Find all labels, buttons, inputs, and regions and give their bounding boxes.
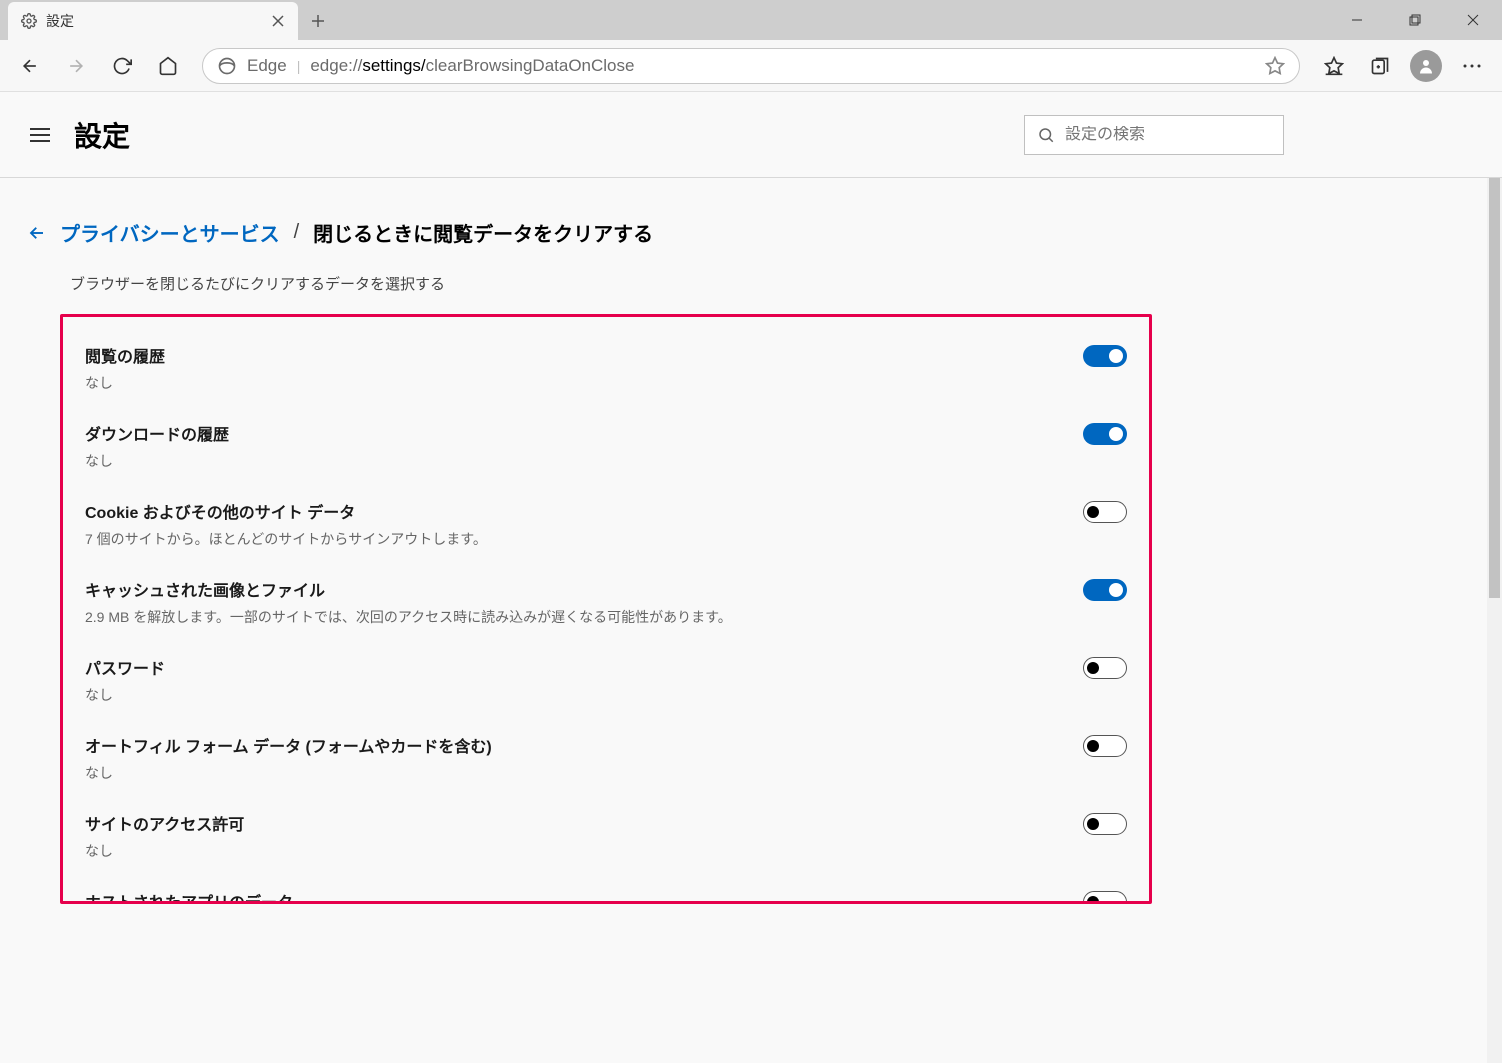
option-passwords: パスワード なし <box>63 641 1149 719</box>
option-title: オートフィル フォーム データ (フォームやカードを含む) <box>85 733 1063 757</box>
option-download-history: ダウンロードの履歴 なし <box>63 407 1149 485</box>
breadcrumb-separator: / <box>294 221 300 244</box>
refresh-button[interactable] <box>102 46 142 86</box>
scrollbar-thumb[interactable] <box>1489 178 1500 598</box>
new-tab-button[interactable] <box>298 2 338 40</box>
favorites-button[interactable] <box>1314 46 1354 86</box>
content-area: プライバシーとサービス / 閉じるときに閲覧データをクリアする ブラウザーを閉じ… <box>0 178 1502 1063</box>
tab-title: 設定 <box>46 11 262 31</box>
browser-tab[interactable]: 設定 <box>8 2 298 40</box>
toggle-hosted-app-data[interactable] <box>1083 891 1127 904</box>
option-browsing-history: 閲覧の履歴 なし <box>63 329 1149 407</box>
breadcrumb-current: 閉じるときに閲覧データをクリアする <box>313 218 653 247</box>
minimize-button[interactable] <box>1328 0 1386 40</box>
avatar-icon <box>1410 50 1442 82</box>
option-title: キャッシュされた画像とファイル <box>85 577 1063 601</box>
option-autofill: オートフィル フォーム データ (フォームやカードを含む) なし <box>63 719 1149 797</box>
hamburger-menu-button[interactable] <box>28 123 52 147</box>
option-desc: なし <box>85 763 1063 783</box>
maximize-button[interactable] <box>1386 0 1444 40</box>
toggle-passwords[interactable] <box>1083 657 1127 679</box>
option-title: サイトのアクセス許可 <box>85 811 1063 835</box>
address-bar[interactable]: Edge | edge://settings/clearBrowsingData… <box>202 48 1300 84</box>
collections-button[interactable] <box>1360 46 1400 86</box>
gear-icon <box>20 12 38 30</box>
option-site-permissions: サイトのアクセス許可 なし <box>63 797 1149 875</box>
edge-logo-icon: Edge <box>217 56 287 76</box>
title-bar: 設定 <box>0 0 1502 40</box>
option-title: パスワード <box>85 655 1063 679</box>
breadcrumb: プライバシーとサービス / 閉じるときに閲覧データをクリアする <box>28 218 1474 247</box>
star-outline-icon[interactable] <box>1265 56 1285 76</box>
option-title: Cookie およびその他のサイト データ <box>85 499 1063 523</box>
breadcrumb-back-button[interactable] <box>28 224 46 242</box>
vertical-scrollbar[interactable] <box>1487 178 1502 1063</box>
addr-url: edge://settings/clearBrowsingDataOnClose <box>310 56 634 76</box>
toolbar: Edge | edge://settings/clearBrowsingData… <box>0 40 1502 92</box>
toggle-autofill[interactable] <box>1083 735 1127 757</box>
section-subtitle: ブラウザーを閉じるたびにクリアするデータを選択する <box>70 273 1474 294</box>
option-cached-images: キャッシュされた画像とファイル 2.9 MB を解放します。一部のサイトでは、次… <box>63 563 1149 641</box>
toggle-download-history[interactable] <box>1083 423 1127 445</box>
option-desc: 7 個のサイトから。ほとんどのサイトからサインアウトします。 <box>85 529 1063 549</box>
toggle-cached-images[interactable] <box>1083 579 1127 601</box>
home-button[interactable] <box>148 46 188 86</box>
page-title: 設定 <box>74 115 130 155</box>
option-desc: なし <box>85 373 1063 393</box>
settings-search[interactable] <box>1024 115 1284 155</box>
close-window-button[interactable] <box>1444 0 1502 40</box>
addr-separator: | <box>297 58 301 74</box>
settings-header: 設定 <box>0 92 1502 177</box>
options-list: 閲覧の履歴 なし ダウンロードの履歴 なし Cookie およびその他のサイト … <box>60 314 1152 904</box>
profile-button[interactable] <box>1406 46 1446 86</box>
toggle-site-permissions[interactable] <box>1083 813 1127 835</box>
close-icon[interactable] <box>270 13 286 29</box>
window-controls <box>1328 0 1502 40</box>
option-hosted-app-data: ホストされたアプリのデータ <box>63 875 1149 904</box>
breadcrumb-link[interactable]: プライバシーとサービス <box>60 218 280 247</box>
option-desc: なし <box>85 841 1063 861</box>
option-cookies: Cookie およびその他のサイト データ 7 個のサイトから。ほとんどのサイト… <box>63 485 1149 563</box>
toggle-browsing-history[interactable] <box>1083 345 1127 367</box>
search-input[interactable] <box>1065 126 1272 144</box>
option-desc: なし <box>85 451 1063 471</box>
option-title: ダウンロードの履歴 <box>85 421 1063 445</box>
option-desc: なし <box>85 685 1063 705</box>
option-desc: 2.9 MB を解放します。一部のサイトでは、次回のアクセス時に読み込みが遅くな… <box>85 607 1063 627</box>
addr-brand: Edge <box>247 56 287 76</box>
forward-button[interactable] <box>56 46 96 86</box>
option-title: ホストされたアプリのデータ <box>85 889 1063 904</box>
option-title: 閲覧の履歴 <box>85 343 1063 367</box>
toggle-cookies[interactable] <box>1083 501 1127 523</box>
menu-button[interactable] <box>1452 46 1492 86</box>
search-icon <box>1037 126 1055 144</box>
back-button[interactable] <box>10 46 50 86</box>
